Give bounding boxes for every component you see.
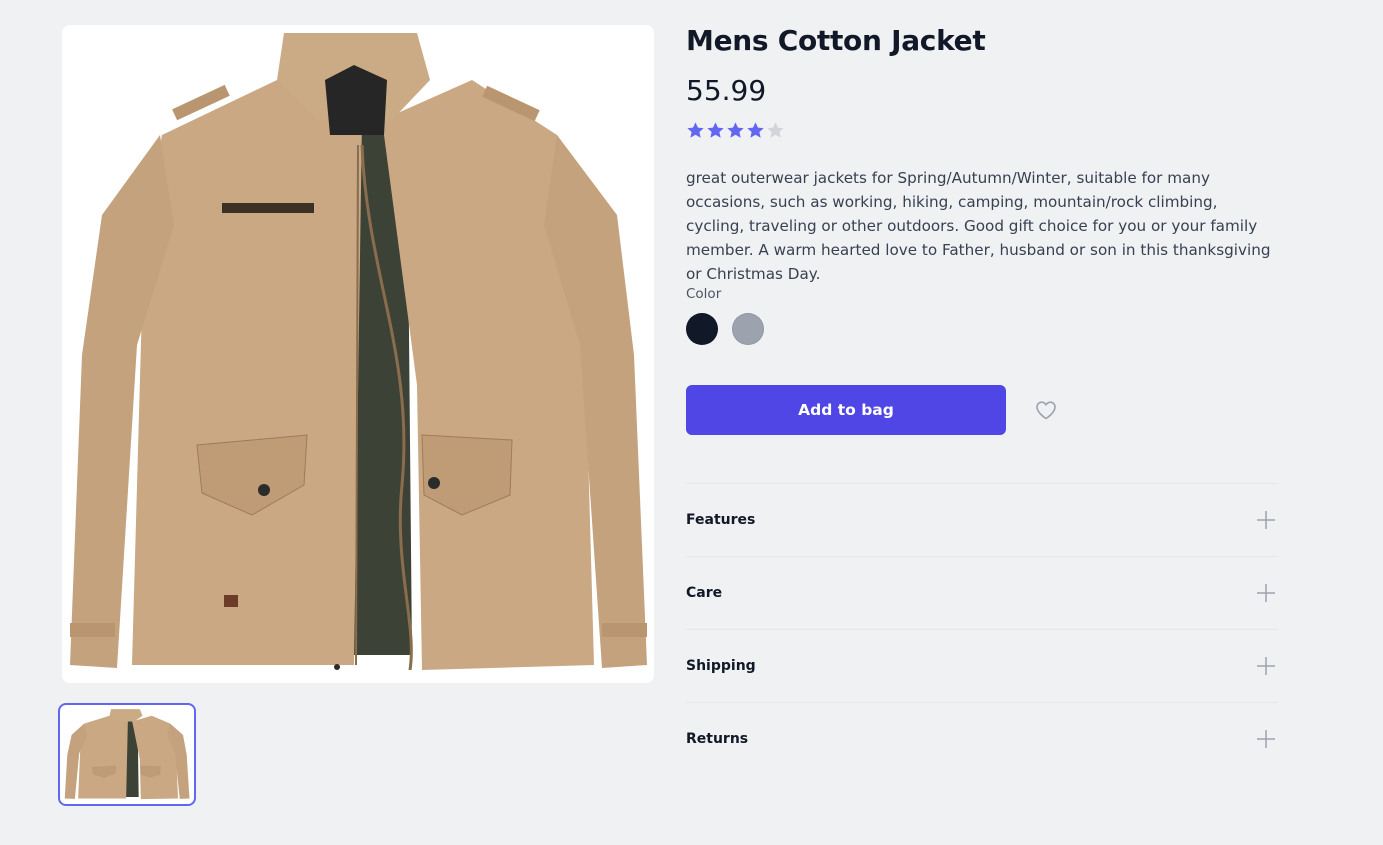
accordion-label: Shipping [686, 658, 756, 674]
add-to-bag-button[interactable]: Add to bag [686, 385, 1006, 435]
product-title: Mens Cotton Jacket [686, 24, 986, 57]
color-swatch-dark[interactable] [686, 313, 718, 345]
product-description: great outerwear jackets for Spring/Autum… [686, 169, 1271, 283]
star-filled-icon [727, 122, 744, 138]
product-price: 55.99 [686, 74, 767, 107]
accordion-label: Features [686, 512, 756, 528]
plus-icon [1257, 657, 1275, 675]
accordion-shipping[interactable]: Shipping [686, 629, 1278, 702]
plus-icon [1257, 511, 1275, 529]
accordion-label: Returns [686, 731, 749, 747]
plus-icon [1257, 730, 1275, 748]
heart-icon [1036, 401, 1056, 420]
product-image [62, 25, 654, 683]
star-rating [686, 121, 785, 143]
color-swatch-gray[interactable] [732, 313, 764, 345]
color-options [686, 313, 764, 345]
product-thumbnail[interactable] [58, 703, 196, 806]
accordion-label: Care [686, 585, 723, 601]
accordion-features[interactable]: Features [686, 483, 1278, 556]
plus-icon [1257, 584, 1275, 602]
accordion-returns[interactable]: Returns [686, 702, 1278, 775]
details-accordion: Features Care Shipping Returns [686, 483, 1278, 775]
star-filled-icon [687, 122, 704, 138]
star-filled-icon [747, 122, 764, 138]
accordion-care[interactable]: Care [686, 556, 1278, 629]
wishlist-button[interactable] [1030, 394, 1062, 426]
thumbnail-image [63, 708, 191, 801]
star-empty-icon [767, 122, 784, 138]
star-filled-icon [707, 122, 724, 138]
color-label: Color [686, 286, 722, 302]
